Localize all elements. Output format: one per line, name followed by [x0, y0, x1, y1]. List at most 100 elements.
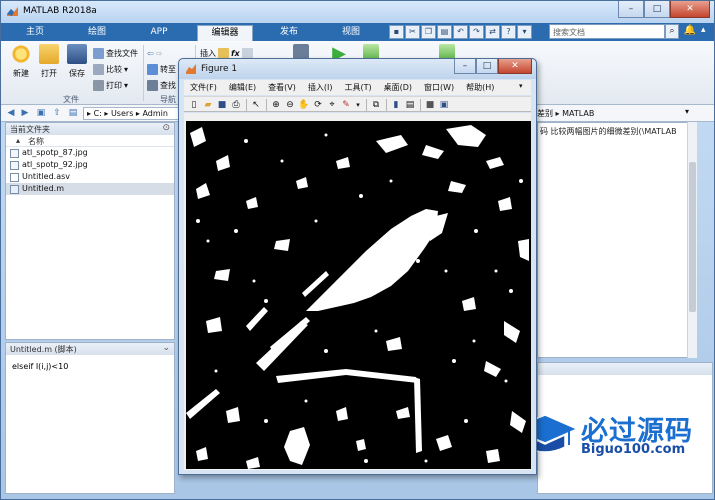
collapse-ribbon-icon[interactable]: ▴ — [701, 25, 713, 39]
printer-icon — [93, 79, 104, 91]
path-part[interactable]: Users — [111, 109, 133, 118]
figure-toolbar: ▯ ▰ ■ ⎙ ↖ ⊕ ⊖ ✋ ⟳ ⌖ ✎ ▾ ⧉ ▮ ▤ ■ ▣ — [184, 96, 531, 112]
tab-apps[interactable]: APP — [135, 25, 183, 41]
zoom-out-icon[interactable]: ⊖ — [284, 99, 296, 111]
link-plot-icon[interactable]: ⧉ — [370, 99, 382, 111]
matlab-title: MATLAB R2018a — [23, 6, 97, 16]
matlab-titlebar: MATLAB R2018a – □ ✕ — [1, 1, 714, 23]
code-line: elseif I(i,j)<10 — [12, 362, 69, 371]
dropdown-icon[interactable]: ▾ — [517, 25, 532, 39]
menu-help[interactable]: 帮助(H) — [460, 82, 500, 93]
file-group-label: 文件 — [63, 95, 79, 104]
colorbar-icon[interactable]: ▮ — [390, 99, 402, 111]
figure-minimize-button[interactable]: – — [454, 59, 476, 74]
scrollbar-thumb[interactable] — [689, 162, 696, 312]
watermark-en: Biguo100.com — [581, 442, 686, 457]
switch-windows-icon[interactable]: ⇄ — [485, 25, 500, 39]
menu-window[interactable]: 窗口(W) — [418, 82, 460, 93]
tab-editor[interactable]: 编辑器 — [197, 25, 253, 41]
path-part[interactable]: C: — [94, 109, 102, 118]
folder-browse-icon[interactable]: ▣ — [35, 107, 47, 119]
tab-plots[interactable]: 绘图 — [73, 25, 121, 41]
notification-icon[interactable]: 🔔 — [683, 25, 697, 39]
maximize-button[interactable]: □ — [644, 1, 670, 18]
comment-icon — [241, 47, 253, 59]
name-column-header[interactable]: ▴ 名称 — [6, 135, 174, 147]
menu-file[interactable]: 文件(F) — [184, 82, 223, 93]
current-folder-header: 当前文件夹 ⊙ — [6, 123, 174, 135]
figure-titlebar[interactable]: Figure 1 – □ ✕ — [179, 59, 536, 79]
save-button[interactable]: 保存 — [65, 44, 89, 79]
help-icon[interactable]: ? — [501, 25, 516, 39]
path-tail[interactable]: 差别 ▸ MATLAB — [537, 107, 685, 120]
toolbar-separator — [366, 99, 367, 111]
toolbar-separator — [246, 99, 247, 111]
zoom-in-icon[interactable]: ⊕ — [270, 99, 282, 111]
editor-tab-title[interactable]: 码 比较两幅图片的细微差别(\MATLAB — [538, 123, 696, 140]
floppy-icon — [67, 44, 87, 64]
edit-plot-icon[interactable]: ↖ — [250, 99, 262, 111]
binary-image-content — [186, 121, 531, 469]
menu-desktop[interactable]: 桌面(D) — [378, 82, 418, 93]
open-button[interactable]: 打开 — [37, 44, 61, 79]
new-button[interactable]: 新建 — [9, 44, 33, 79]
binary-image[interactable] — [186, 121, 531, 469]
command-window-header — [538, 363, 712, 375]
search-icon[interactable]: ⌕ — [665, 24, 679, 39]
chevron-down-icon[interactable]: ▾ — [685, 107, 689, 116]
panel-menu-icon[interactable]: ⊙ — [162, 123, 170, 133]
figure-maximize-button[interactable]: □ — [476, 59, 498, 74]
data-cursor-icon[interactable]: ⌖ — [326, 99, 338, 111]
current-folder-path[interactable]: ▸ C: ▸ Users ▸ Admin — [83, 107, 181, 120]
back-forward-buttons[interactable]: ⇦ ⇨ — [147, 46, 162, 60]
redo-icon[interactable]: ↷ — [469, 25, 484, 39]
save-icon[interactable]: ▪ — [389, 25, 404, 39]
chevron-down-icon[interactable]: ▾ — [352, 99, 364, 111]
legend-icon[interactable]: ▤ — [404, 99, 416, 111]
copy-icon[interactable]: ❐ — [421, 25, 436, 39]
compare-button[interactable]: 比较 ▾ — [93, 62, 128, 76]
goto-button[interactable]: 转至 — [147, 62, 176, 76]
minimize-button[interactable]: – — [618, 1, 644, 18]
file-item[interactable]: atl_spotp_92.jpg — [6, 159, 174, 171]
figure-title: Figure 1 — [201, 64, 238, 74]
search-input[interactable]: 搜索文档 — [549, 24, 665, 39]
chevron-down-icon[interactable]: ▾ — [519, 82, 529, 92]
toolbar-separator — [386, 99, 387, 111]
undo-icon[interactable]: ↶ — [453, 25, 468, 39]
find-files-button[interactable]: 查找文件 — [93, 46, 138, 60]
figure-menubar: 文件(F) 编辑(E) 查看(V) 插入(I) 工具(T) 桌面(D) 窗口(W… — [184, 80, 531, 95]
up-folder-icon[interactable]: ⇧ — [51, 107, 63, 119]
menu-insert[interactable]: 插入(I) — [302, 82, 339, 93]
figure-close-button[interactable]: ✕ — [498, 59, 532, 74]
print-figure-icon[interactable]: ⎙ — [230, 99, 242, 111]
brush-icon[interactable]: ✎ — [340, 99, 352, 111]
browse-folder-icon[interactable]: ▤ — [67, 107, 79, 119]
scrollbar[interactable] — [687, 122, 697, 358]
show-plot-tools-icon[interactable]: ▣ — [438, 99, 450, 111]
tab-view[interactable]: 视图 — [327, 25, 375, 41]
paste-icon[interactable]: ▤ — [437, 25, 452, 39]
hide-plot-tools-icon[interactable]: ■ — [424, 99, 436, 111]
pan-icon[interactable]: ✋ — [298, 99, 310, 111]
rotate-icon[interactable]: ⟳ — [312, 99, 324, 111]
tab-home[interactable]: 主页 — [11, 25, 59, 41]
back-icon[interactable]: ◀ — [5, 107, 17, 119]
save-figure-icon[interactable]: ■ — [216, 99, 228, 111]
tab-publish[interactable]: 发布 — [265, 25, 313, 41]
cut-icon[interactable]: ✂ — [405, 25, 420, 39]
menu-tools[interactable]: 工具(T) — [338, 82, 377, 93]
menu-view[interactable]: 查看(V) — [262, 82, 302, 93]
collapse-icon[interactable]: ⌄ — [162, 343, 170, 353]
file-item[interactable]: atl_spotp_87.jpg — [6, 147, 174, 159]
file-item[interactable]: Untitled.asv — [6, 171, 174, 183]
menu-edit[interactable]: 编辑(E) — [223, 82, 262, 93]
open-file-icon[interactable]: ▰ — [202, 99, 214, 111]
print-button[interactable]: 打印 ▾ — [93, 78, 128, 92]
close-button[interactable]: ✕ — [670, 1, 710, 18]
new-figure-icon[interactable]: ▯ — [188, 99, 200, 111]
forward-icon[interactable]: ▶ — [19, 107, 31, 119]
file-item-selected[interactable]: Untitled.m — [6, 183, 174, 195]
path-part[interactable]: Admin — [142, 109, 168, 118]
find-button[interactable]: 查找 — [147, 78, 176, 92]
